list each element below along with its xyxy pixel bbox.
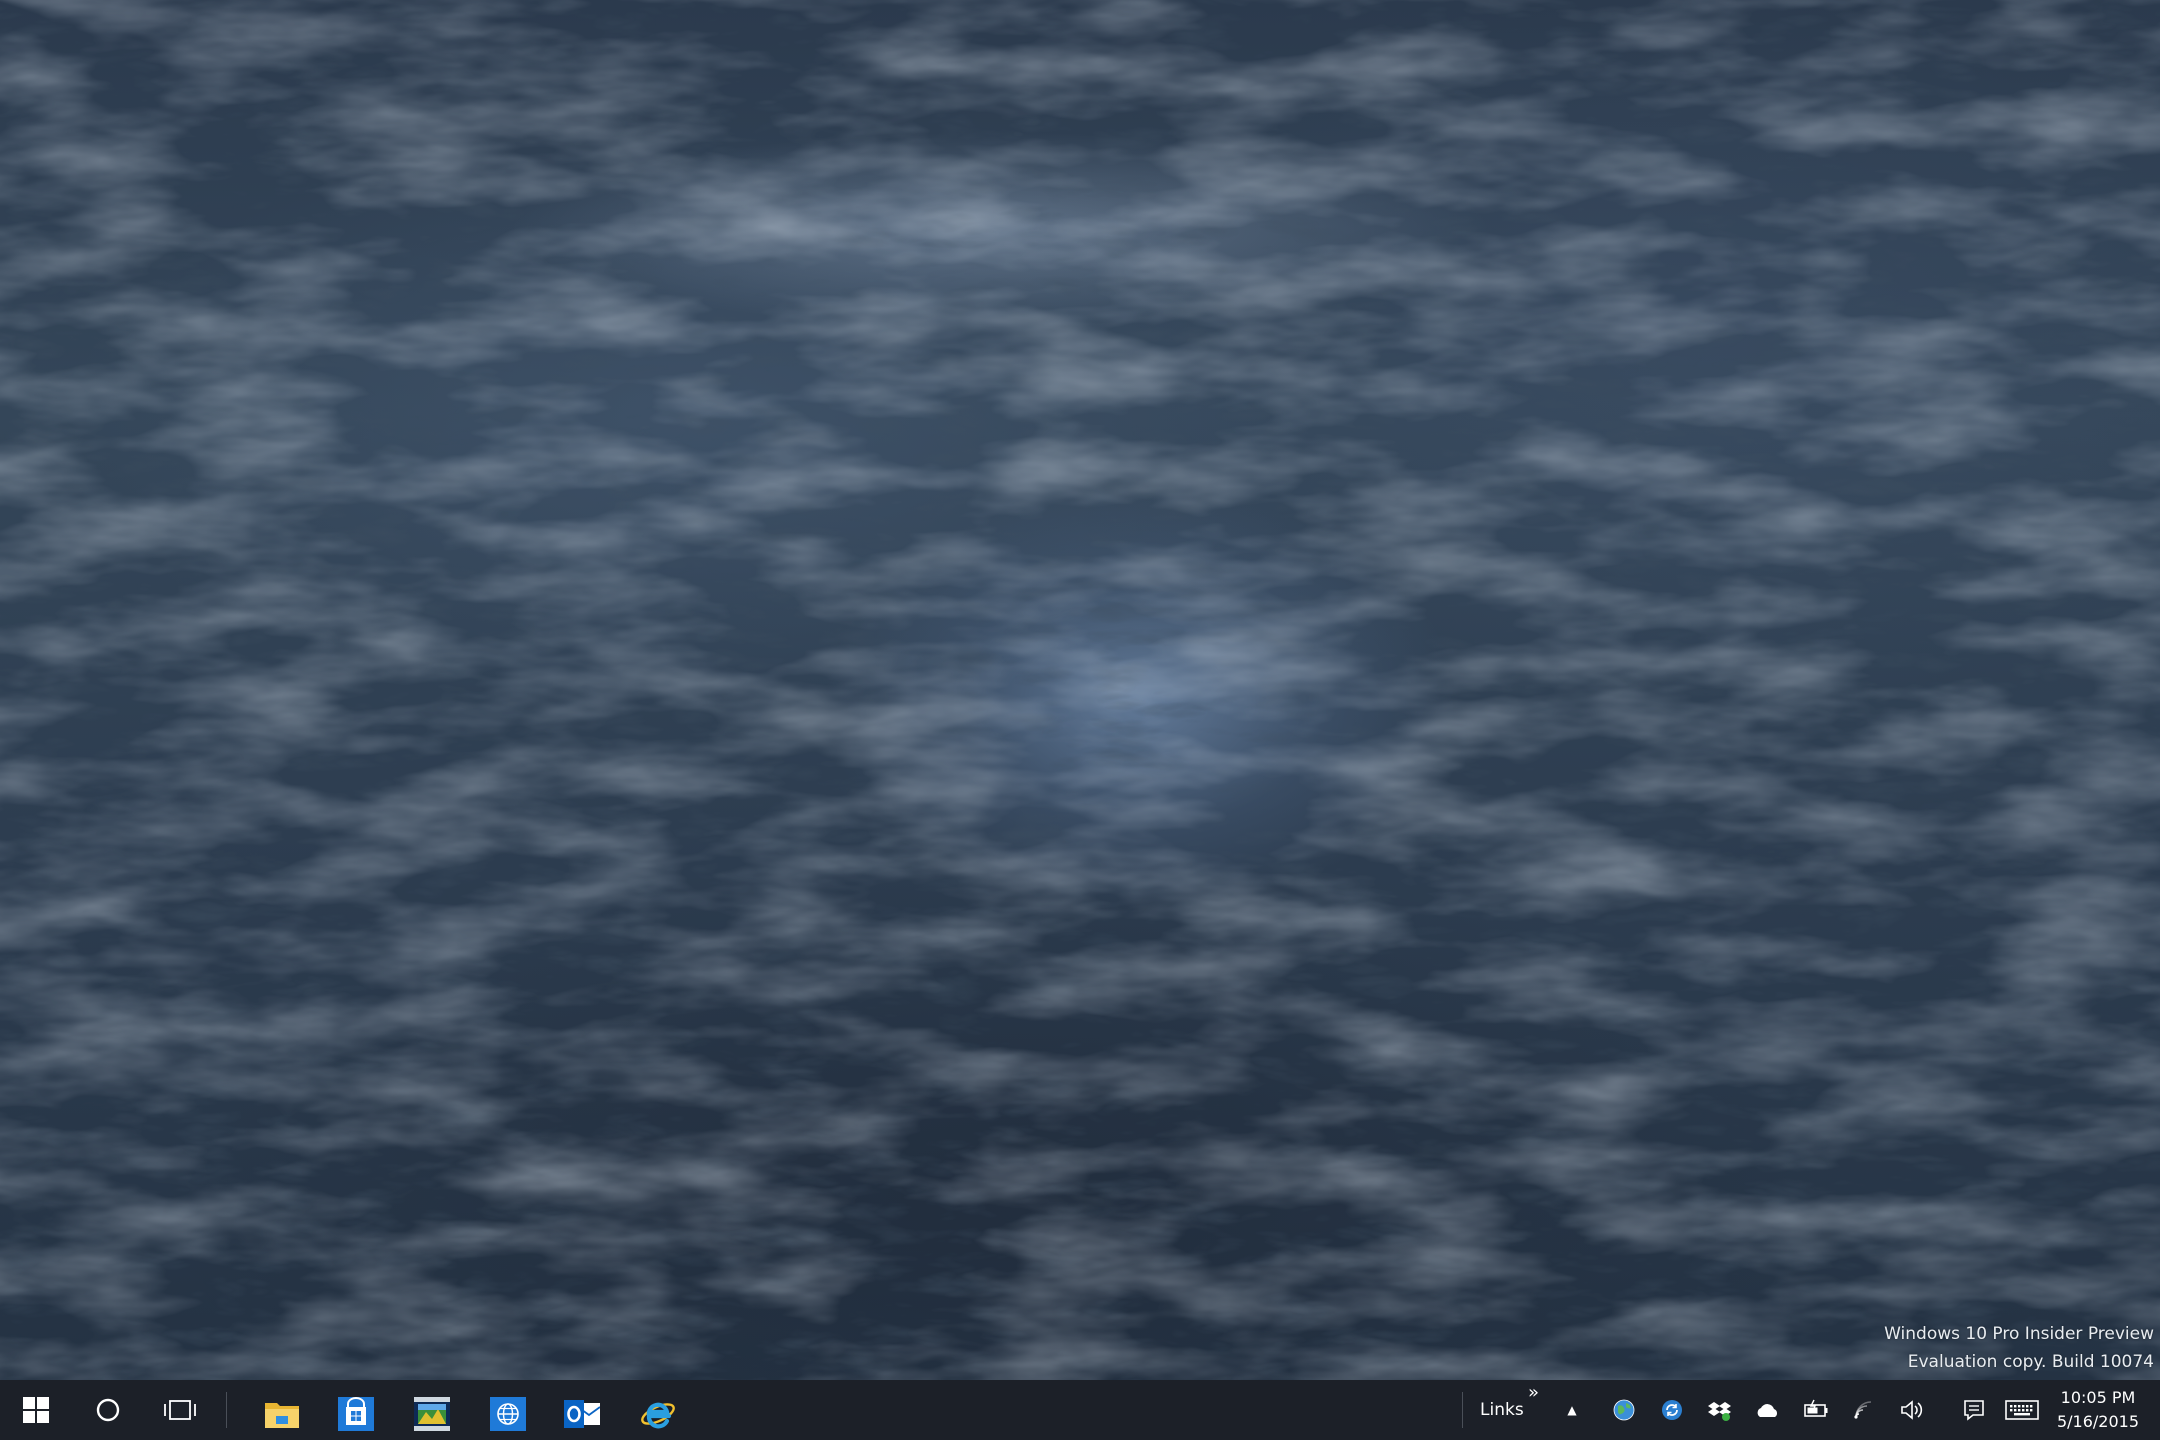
links-toolbar-label[interactable]: Links: [1480, 1400, 1524, 1420]
evaluation-watermark: Windows 10 Pro Insider Preview Evaluatio…: [1884, 1320, 2154, 1376]
tray-wifi[interactable]: [1844, 1380, 1884, 1440]
tray-action-center[interactable]: [1954, 1380, 1994, 1440]
action-center-icon: [1964, 1400, 1984, 1421]
watermark-edition: Windows 10 Pro Insider Preview: [1884, 1324, 2154, 1344]
tray-sync[interactable]: [1652, 1380, 1692, 1440]
web-app-button[interactable]: [474, 1388, 542, 1440]
network-globe-icon: [1613, 1399, 1635, 1421]
watermark-build: Evaluation copy. Build 10074: [1907, 1352, 2154, 1372]
globe-icon: [490, 1397, 526, 1431]
search-button[interactable]: [72, 1380, 144, 1440]
wave-texture: [0, 0, 2160, 1380]
tray-onedrive[interactable]: [1748, 1380, 1788, 1440]
toolbar-divider: [1462, 1392, 1463, 1428]
taskbar: Links » ▲ 10:05 PM 5/16/2015: [0, 1380, 2160, 1440]
task-view-icon: [164, 1400, 196, 1420]
store-button[interactable]: [322, 1388, 390, 1440]
cortana-circle-icon: [96, 1398, 120, 1422]
tray-battery[interactable]: [1796, 1380, 1836, 1440]
clock-date: 5/16/2015: [2056, 1412, 2140, 1431]
clock-time: 10:05 PM: [2060, 1388, 2136, 1407]
wifi-icon: [1854, 1401, 1872, 1419]
internet-explorer-button[interactable]: [624, 1388, 692, 1440]
outlook-icon: [564, 1400, 600, 1428]
volume-icon: [1901, 1400, 1923, 1420]
ie-icon: [641, 1402, 675, 1429]
sync-icon: [1662, 1400, 1682, 1420]
dropbox-icon: [1708, 1402, 1731, 1421]
folder-icon: [265, 1403, 299, 1428]
taskbar-divider: [226, 1392, 227, 1428]
tray-network-globe[interactable]: [1604, 1380, 1644, 1440]
film-icon: [414, 1397, 450, 1431]
tray-volume[interactable]: [1892, 1380, 1932, 1440]
taskbar-clock[interactable]: 10:05 PM 5/16/2015: [2038, 1386, 2158, 1434]
task-view-button[interactable]: [144, 1380, 216, 1440]
show-hidden-icons-button[interactable]: ▲: [1554, 1380, 1590, 1440]
media-app-button[interactable]: [398, 1388, 466, 1440]
windows-logo-icon: [23, 1397, 49, 1423]
tray-dropbox[interactable]: [1700, 1380, 1740, 1440]
desktop-wallpaper: Windows 10 Pro Insider Preview Evaluatio…: [0, 0, 2160, 1380]
start-button[interactable]: [0, 1380, 72, 1440]
outlook-button[interactable]: [548, 1388, 616, 1440]
links-overflow-chevron[interactable]: »: [1528, 1382, 1539, 1403]
file-explorer-button[interactable]: [248, 1388, 316, 1440]
onedrive-icon: [1757, 1404, 1778, 1417]
battery-icon: [1804, 1399, 1828, 1417]
store-icon: [338, 1397, 374, 1431]
keyboard-icon: [2005, 1400, 2039, 1420]
